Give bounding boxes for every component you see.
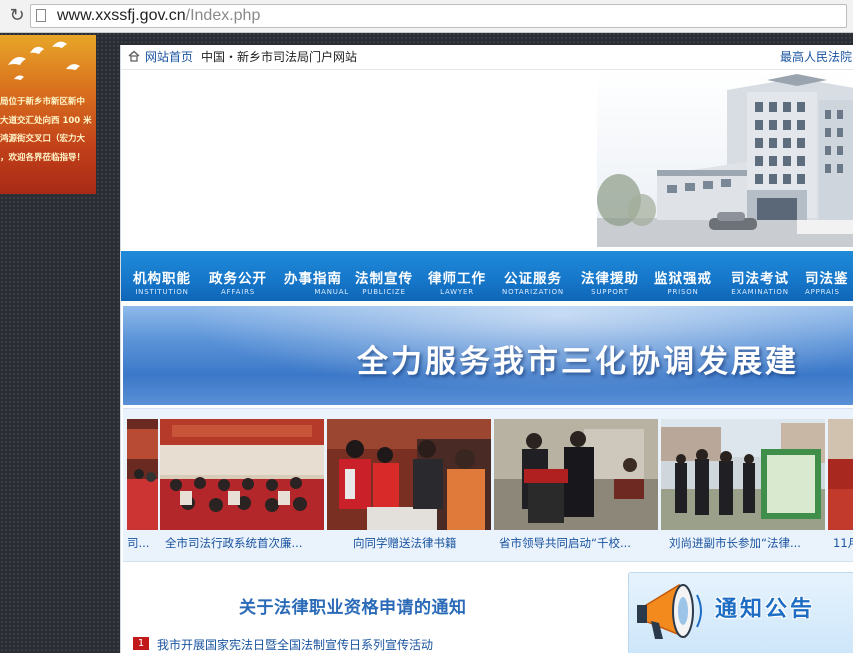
ad-line: 鸿源街交叉口（宏力大 [0, 134, 86, 144]
url-field[interactable]: www.xxssfj.gov.cn/Index.php [30, 4, 847, 28]
doves-icon [8, 41, 80, 80]
photo-thumbnail[interactable] [127, 419, 158, 530]
ad-text: 局位于新乡市新区新中 大道交汇处向西 100 米 鸿源街交叉口（宏力大 ，欢迎各… [0, 93, 96, 167]
ad-line: 大道交汇处向西 100 米 [0, 115, 92, 126]
photo-thumbnail[interactable] [494, 419, 658, 530]
nav-sublabel: AFFAIRS [221, 288, 255, 296]
nav-manual[interactable]: 办事指南 MANUAL [277, 251, 349, 301]
nav-label: 监狱强戒 [654, 271, 712, 287]
photo-caption[interactable]: 全市司法行政系统首次廉... [165, 535, 325, 551]
nav-sublabel: SUPPORT [591, 288, 629, 296]
nav-sublabel: NOTARIZATION [502, 288, 564, 296]
home-icon [128, 50, 140, 62]
notice-panel-header[interactable]: 通知公告 [628, 572, 853, 653]
nav-examination[interactable]: 司法考试 EXAMINATION [721, 251, 799, 301]
nav-sublabel: EXAMINATION [731, 288, 789, 296]
nav-sublabel: PRISON [667, 288, 699, 296]
nav-sublabel: MANUAL [314, 288, 349, 296]
nav-label: 机构职能 [133, 271, 191, 287]
main-page: 网站首页 中国・新乡市司法局门户网站 最高人民法院 机构职能 INSTITUTI… [120, 45, 853, 653]
nav-sublabel: LAWYER [440, 288, 474, 296]
nav-label: 法律援助 [581, 271, 639, 287]
home-link[interactable]: 网站首页 [145, 45, 193, 69]
notice-headline[interactable]: 关于法律职业资格申请的通知 [239, 593, 467, 618]
nav-appraisal[interactable]: 司法鉴 APPRAIS [805, 251, 853, 301]
nav-affairs[interactable]: 政务公开 AFFAIRS [203, 251, 273, 301]
photo-thumbnail[interactable] [160, 419, 324, 530]
nav-sublabel: PUBLICIZE [362, 288, 406, 296]
photo-thumbnail[interactable] [661, 419, 825, 530]
ad-line: ，欢迎各界莅临指导！ [0, 152, 86, 163]
page-icon [36, 9, 46, 22]
photo-thumbnail[interactable] [327, 419, 491, 530]
nav-label: 政务公开 [209, 271, 267, 287]
nav-sublabel: INSTITUTION [135, 288, 189, 296]
nav-label: 律师工作 [428, 271, 486, 287]
slogan-banner: 全力服务我市三化协调发展建 [123, 306, 853, 405]
photo-thumbnail[interactable] [828, 419, 853, 530]
nav-label: 司法考试 [731, 271, 789, 287]
site-name: 中国・新乡市司法局门户网站 [201, 50, 358, 64]
ad-line: 局位于新乡市新区新中 [0, 97, 86, 107]
nav-lawyer[interactable]: 律师工作 LAWYER [421, 251, 493, 301]
nav-support[interactable]: 法律援助 SUPPORT [573, 251, 647, 301]
reload-icon[interactable]: ↻ [7, 6, 27, 26]
nav-sublabel: APPRAIS [805, 288, 840, 296]
nav-notarization[interactable]: 公证服务 NOTARIZATION [493, 251, 573, 301]
supreme-court-link[interactable]: 最高人民法院 [780, 45, 852, 69]
news-title[interactable]: 我市开展国家宪法日暨全国法制宣传日系列宣传活动 [157, 636, 433, 653]
building-image [597, 70, 853, 247]
nav-prison[interactable]: 监狱强戒 PRISON [647, 251, 719, 301]
photo-caption[interactable]: 11月 [833, 535, 853, 551]
nav-institution[interactable]: 机构职能 INSTITUTION [127, 251, 197, 301]
url-path: /Index.php [185, 7, 261, 24]
top-bar: 网站首页 中国・新乡市司法局门户网站 最高人民法院 [121, 45, 853, 70]
main-nav: 机构职能 INSTITUTION 政务公开 AFFAIRS 办事指南 MANUA… [121, 251, 853, 302]
browser-address-bar: ↻ www.xxssfj.gov.cn/Index.php [0, 0, 853, 33]
notice-box-label: 通知公告 [715, 597, 816, 622]
slogan-text: 全力服务我市三化协调发展建 [357, 344, 799, 380]
url-text: www.xxssfj.gov.cn/Index.php [57, 5, 260, 27]
nav-publicize[interactable]: 法制宣传 PUBLICIZE [349, 251, 419, 301]
photo-carousel: 司... 全市司法行政系统首次廉... 向同学赠送法律书籍 省市领导共同启动“千… [123, 408, 853, 562]
url-host: www.xxssfj.gov.cn [57, 7, 186, 24]
nav-label: 法制宣传 [355, 271, 413, 287]
megaphone-icon [637, 583, 702, 639]
floating-ad[interactable]: 局位于新乡市新区新中 大道交汇处向西 100 米 鸿源街交叉口（宏力大 ，欢迎各… [0, 35, 96, 194]
photo-caption[interactable]: 刘尚进副市长参加“法律... [669, 535, 829, 551]
photo-caption[interactable]: 向同学赠送法律书籍 [353, 535, 493, 551]
photo-caption[interactable]: 司... [127, 535, 157, 551]
nav-label: 公证服务 [504, 271, 562, 287]
header-banner [121, 70, 853, 249]
nav-label: 办事指南 [284, 271, 342, 287]
photo-caption[interactable]: 省市领导共同启动“千校... [499, 535, 659, 551]
news-rank-badge: 1 [133, 637, 149, 650]
nav-label: 司法鉴 [805, 271, 849, 287]
